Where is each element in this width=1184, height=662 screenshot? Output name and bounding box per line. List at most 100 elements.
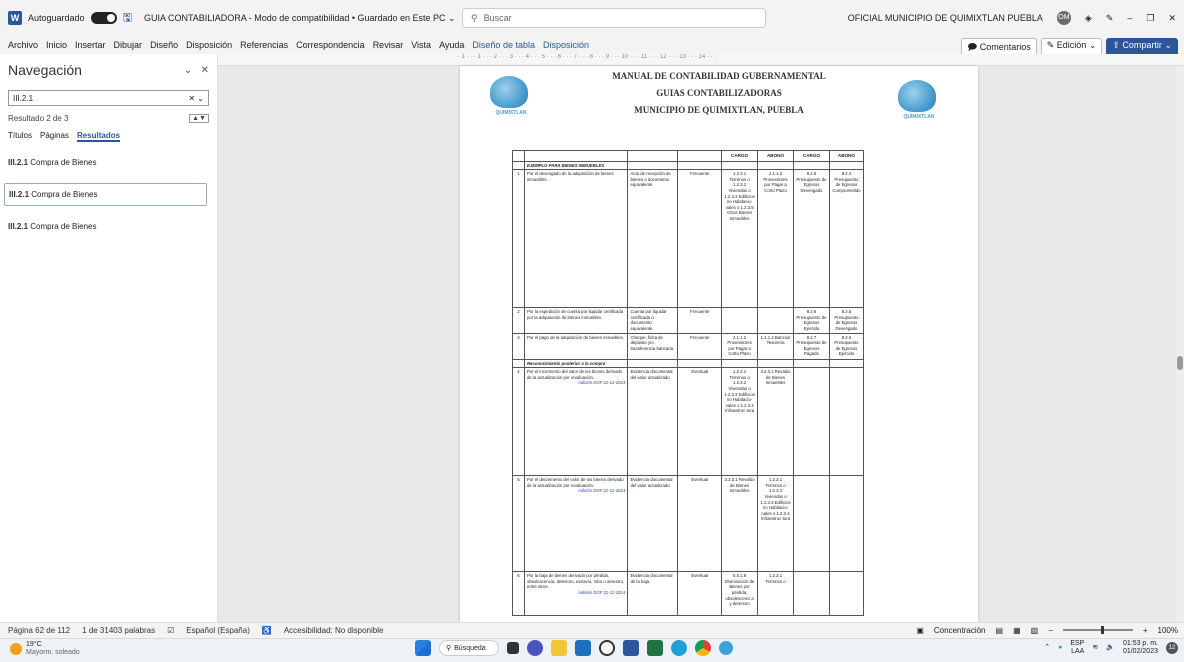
tab-insertar[interactable]: Insertar bbox=[75, 40, 106, 50]
tab-revisar[interactable]: Revisar bbox=[373, 40, 404, 50]
web-layout-icon[interactable]: ▧ bbox=[1031, 626, 1039, 635]
restore-button[interactable]: ❐ bbox=[1146, 13, 1154, 24]
document-page[interactable]: QUIMIXTLAN QUIMIXTLAN MANUAL DE CONTABIL… bbox=[460, 66, 978, 622]
print-layout-icon[interactable]: ▦ bbox=[1013, 626, 1021, 635]
tab-inicio[interactable]: Inicio bbox=[46, 40, 67, 50]
vertical-scrollbar[interactable] bbox=[1176, 66, 1184, 622]
focus-mode[interactable]: Concentración bbox=[934, 626, 986, 635]
word-taskbar-icon[interactable] bbox=[623, 640, 639, 656]
header-abono-2: ABONO bbox=[828, 150, 865, 162]
system-tray: ⌃ ● ESP LAA ≋ 🔈 01:53 p. m. 01/02/2023 12 bbox=[1044, 640, 1178, 656]
zoom-slider[interactable] bbox=[1062, 626, 1133, 634]
nav-result-item[interactable]: III.2.1 Compra de Bienes bbox=[8, 154, 209, 171]
chevron-down-icon: ⌄ bbox=[1088, 40, 1097, 50]
user-name[interactable]: OFICIAL MUNICIPIO DE QUIMIXTLAN PUEBLA bbox=[848, 13, 1043, 23]
nav-result-row: Resultado 2 de 3 ▲▼ bbox=[8, 114, 209, 123]
proofing-icon[interactable]: ☑ bbox=[167, 626, 174, 635]
scroll-thumb[interactable] bbox=[1177, 356, 1183, 370]
sun-icon bbox=[10, 643, 22, 655]
tab-referencias[interactable]: Referencias bbox=[240, 40, 288, 50]
tab-dibujar[interactable]: Dibujar bbox=[114, 40, 143, 50]
weather-text: Mayorm. soleado bbox=[26, 649, 80, 656]
save-icon[interactable]: 🖫 bbox=[123, 9, 132, 28]
task-view-icon[interactable] bbox=[507, 642, 519, 654]
tray-app-icon[interactable]: ● bbox=[1058, 644, 1062, 652]
nav-tab-paginas[interactable]: Páginas bbox=[40, 131, 69, 142]
share-icon: ⇪ bbox=[1112, 40, 1123, 50]
nav-tab-resultados[interactable]: Resultados bbox=[76, 131, 121, 142]
result-arrows-icon[interactable]: ▲▼ bbox=[189, 114, 209, 123]
clear-search-icon[interactable]: ✕ ⌄ bbox=[188, 94, 204, 103]
section-title: EJEMPLO PARA BIENES INMUEBLES bbox=[526, 162, 605, 168]
tab-correspondencia[interactable]: Correspondencia bbox=[296, 40, 365, 50]
table-row: 4 Por el incremento del valor de los bien… bbox=[512, 367, 865, 477]
windows-start-icon[interactable] bbox=[415, 640, 431, 656]
taskbar-search[interactable]: ⚲ Búsqueda bbox=[439, 640, 499, 656]
app-icon[interactable] bbox=[719, 641, 733, 655]
nav-search-value: III.2.1 bbox=[13, 93, 34, 103]
document-canvas[interactable]: QUIMIXTLAN QUIMIXTLAN MANUAL DE CONTABIL… bbox=[218, 66, 1184, 622]
municipal-logo-right: QUIMIXTLAN bbox=[898, 80, 940, 130]
dof-note: Adición DOF 22-12-2014 bbox=[577, 380, 626, 386]
tab-disposicion[interactable]: Disposición bbox=[186, 40, 232, 50]
nav-tab-titulos[interactable]: Títulos bbox=[8, 131, 32, 142]
nav-result-item[interactable]: III.2.1 Compra de Bienes bbox=[8, 218, 209, 235]
file-explorer-icon[interactable] bbox=[551, 640, 567, 656]
accessibility-status[interactable]: Accesibilidad: No disponible bbox=[284, 626, 384, 635]
autosave-toggle[interactable] bbox=[90, 12, 117, 24]
diamond-icon[interactable]: ◈ bbox=[1085, 13, 1092, 24]
tab-ayuda[interactable]: Ayuda bbox=[439, 40, 464, 50]
section-title: Reconocimiento posterior a la compra bbox=[526, 360, 606, 366]
nav-result-item-selected[interactable]: III.2.1 Compra de Bienes bbox=[4, 183, 207, 206]
zoom-level[interactable]: 100% bbox=[1158, 626, 1178, 635]
chrome-icon[interactable] bbox=[695, 640, 711, 656]
nav-close-icon[interactable]: ✕ bbox=[201, 65, 209, 76]
dell-icon[interactable] bbox=[599, 640, 615, 656]
nav-title: Navegación bbox=[8, 62, 82, 78]
table-row: 5 Por el decremento del valor de los bien… bbox=[512, 475, 865, 573]
dof-note: Adición DOF 22-12-2014 bbox=[577, 488, 626, 494]
tab-diseno[interactable]: Diseño bbox=[150, 40, 178, 50]
wifi-icon[interactable]: ≋ bbox=[1092, 644, 1098, 652]
tab-archivo[interactable]: Archivo bbox=[8, 40, 38, 50]
avatar[interactable]: OM bbox=[1056, 11, 1071, 25]
table-row: 2 Por la expedición de cuenta por liquida… bbox=[512, 307, 865, 334]
tab-diseno-tabla[interactable]: Diseño de tabla bbox=[472, 40, 535, 50]
nav-options-icon[interactable]: ⌄ bbox=[184, 65, 192, 76]
notification-badge[interactable]: 12 bbox=[1166, 642, 1178, 654]
result-count: Resultado 2 de 3 bbox=[8, 114, 69, 123]
search-box[interactable]: ⚲ Buscar bbox=[462, 8, 766, 28]
horizontal-ruler[interactable]: · 1 · · · 1 · · · 2 · · · 3 · · · 4 · · … bbox=[218, 54, 1184, 66]
table-row: 1 Por el devengado de la adquisición de b… bbox=[512, 169, 865, 309]
chat-icon[interactable] bbox=[527, 640, 543, 656]
header-cargo: CARGO bbox=[721, 150, 759, 162]
excel-taskbar-icon[interactable] bbox=[647, 640, 663, 656]
store-icon[interactable] bbox=[575, 640, 591, 656]
word-app-icon: W bbox=[8, 11, 22, 25]
clock[interactable]: 01:53 p. m. 01/02/2023 bbox=[1123, 640, 1158, 656]
word-count[interactable]: 1 de 31403 palabras bbox=[82, 626, 155, 635]
chevron-up-icon[interactable]: ⌃ bbox=[1044, 644, 1050, 652]
nav-tabs: Títulos Páginas Resultados bbox=[8, 131, 209, 142]
focus-icon: ▣ bbox=[916, 625, 924, 635]
autosave-label: Autoguardado bbox=[28, 13, 85, 23]
language[interactable]: Español (España) bbox=[186, 626, 250, 635]
document-title[interactable]: GUIA CONTABILIADORA - Modo de compatibil… bbox=[144, 13, 456, 24]
zoom-in-icon[interactable]: + bbox=[1143, 626, 1148, 635]
pen-icon[interactable]: ✎ bbox=[1106, 13, 1114, 24]
tab-disposicion-tabla[interactable]: Disposición bbox=[543, 40, 589, 50]
zoom-out-icon[interactable]: − bbox=[1048, 626, 1053, 635]
weather-widget[interactable]: 19°C Mayorm. soleado bbox=[10, 641, 80, 657]
close-button[interactable]: ✕ bbox=[1168, 13, 1176, 24]
search-placeholder: Buscar bbox=[483, 13, 512, 23]
volume-icon[interactable]: 🔈 bbox=[1106, 644, 1115, 652]
tab-vista[interactable]: Vista bbox=[411, 40, 431, 50]
input-language[interactable]: ESP LAA bbox=[1070, 640, 1084, 656]
table-row: 6 Por la baja de bienes derivado por pérd… bbox=[512, 571, 865, 617]
edge-icon[interactable] bbox=[671, 640, 687, 656]
read-mode-icon[interactable]: ▤ bbox=[996, 626, 1004, 635]
minimize-button[interactable]: – bbox=[1127, 13, 1132, 23]
page-count[interactable]: Página 62 de 112 bbox=[8, 626, 70, 635]
accounting-table[interactable]: CARGO ABONO CARGO ABONO EJEMPLO PARA BIE… bbox=[512, 150, 865, 617]
nav-search-input[interactable]: III.2.1 ✕ ⌄ bbox=[8, 90, 209, 106]
